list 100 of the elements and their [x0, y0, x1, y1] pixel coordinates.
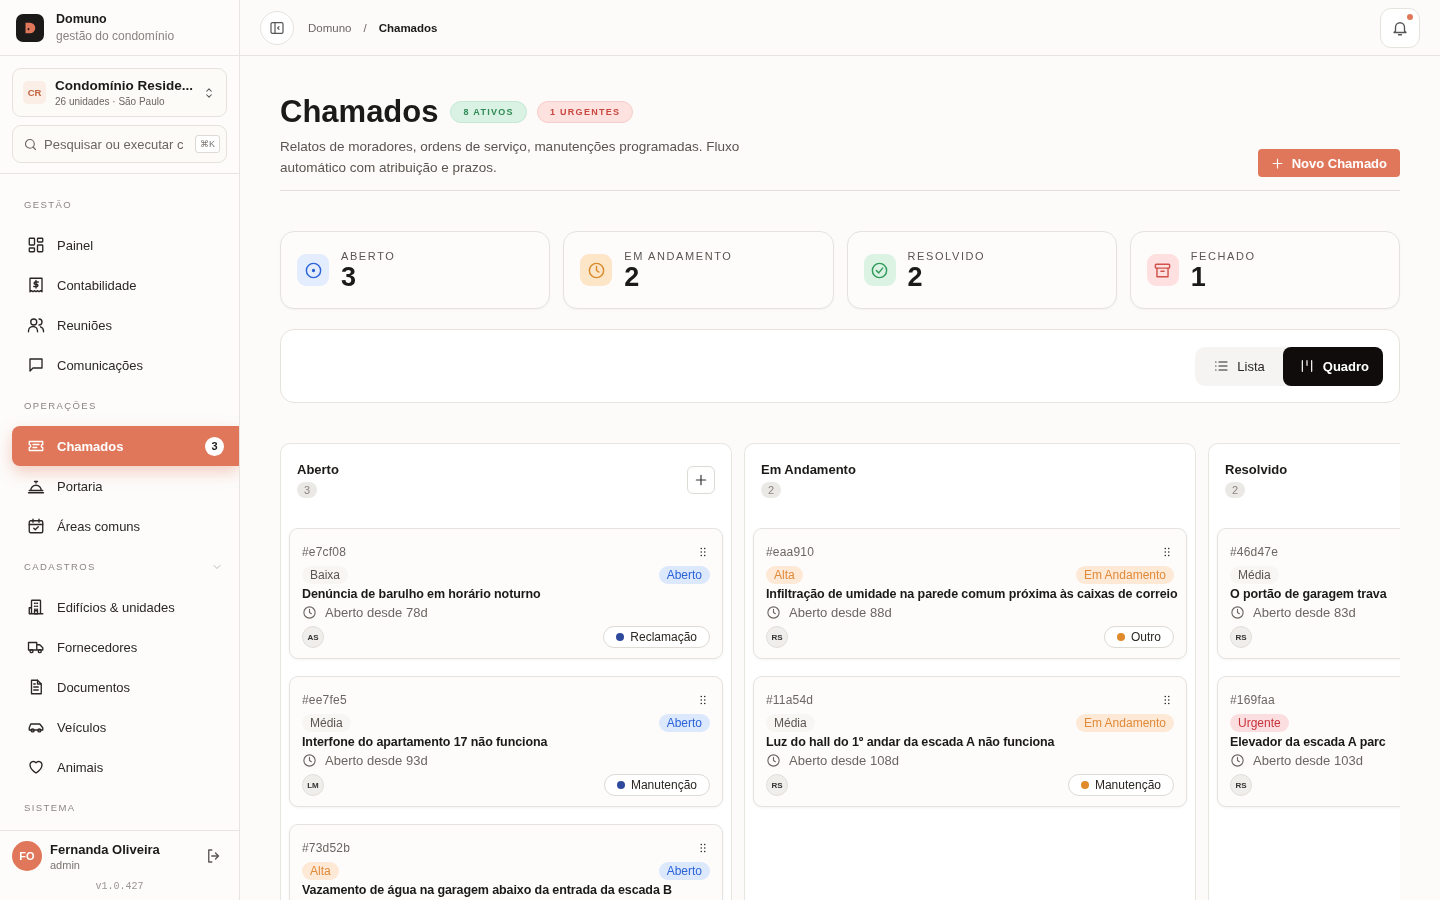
people-icon [27, 316, 45, 334]
stat-value: 2 [624, 263, 641, 291]
ticket-age: Aberto desde 108d [789, 753, 899, 768]
status-tag: Aberto [658, 862, 710, 880]
nav-item[interactable]: Painel [12, 225, 239, 265]
ticket-card[interactable]: #e7cf08 Baixa Aberto Denúncia de barulho em horário noturno Aberto desde 78d AS Reclamação [289, 528, 723, 659]
category-tag: Manutenção [1067, 774, 1174, 796]
ticket-age: Aberto desde 93d [325, 753, 428, 768]
page-description: Relatos de moradores, ordens de serviço, manutenções programadas. Fluxo automático com atribuição e prazos. [280, 138, 741, 177]
condominium-selector[interactable]: CR Condomínio Reside... 26 unidades · São Paulo [12, 68, 227, 117]
ticket-age: Aberto desde 83d [1253, 605, 1356, 620]
ticket-title: Interfone do apartamento 17 não funciona [302, 735, 549, 749]
ticket-id: #169faa [1230, 693, 1275, 707]
dollar-receipt-icon [27, 276, 45, 294]
column-title: Aberto [297, 462, 339, 477]
plus-icon [1269, 155, 1285, 171]
status-tag: Em Andamento [1075, 714, 1174, 732]
priority-tag: Baixa [302, 566, 349, 584]
user-name: Fernanda Oliveira [50, 841, 161, 857]
status-tag: Aberto [658, 566, 710, 584]
ticket-card[interactable]: #11a54d Média Em Andamento Luz do hall do 1º andar da escada A não funciona Aberto desde 108d RS Manutenção [753, 676, 1187, 807]
app-tagline: gestão do condomínio [56, 29, 175, 43]
speech-bubble-icon [27, 356, 45, 374]
page-title: Chamados [280, 94, 439, 130]
breadcrumb-current: Chamados [378, 21, 438, 34]
view-tab[interactable]: Lista [1195, 346, 1283, 386]
condo-details: 26 unidades · São Paulo [55, 96, 166, 107]
assignee-avatar: RS [1230, 774, 1252, 796]
ticket-id: #eaa910 [766, 545, 815, 559]
layout-grid-icon [27, 236, 45, 254]
sidebar-panel-icon [269, 19, 285, 36]
nav-item[interactable]: Animais [12, 747, 239, 787]
clock-icon [1230, 605, 1245, 620]
category-tag: Reclamação [603, 626, 710, 648]
condo-initials: CR [23, 81, 46, 104]
open-circle-icon [303, 260, 323, 280]
column-count: 3 [297, 482, 318, 498]
nav-item[interactable]: Reuniões [12, 305, 239, 345]
stat-label: FECHADO [1190, 249, 1256, 262]
search-input[interactable]: Pesquisar ou executar c [44, 136, 189, 152]
ticket-card[interactable]: #73d52b Alta Aberto Vazamento de água na garagem abaixo da entrada da escada B [289, 824, 723, 900]
nav-item[interactable]: Edifícios & unidades [12, 587, 239, 627]
nav-item[interactable]: Chamados 3 [12, 426, 239, 466]
check-circle-icon [870, 260, 889, 280]
stat-value: 3 [341, 263, 358, 291]
ticket-id: #46d47e [1230, 545, 1279, 559]
assignee-avatar: LM [302, 774, 324, 796]
column-title: Em Andamento [761, 462, 856, 477]
ticket-card[interactable]: #ee7fe5 Média Aberto Interfone do apartamento 17 não funciona Aberto desde 93d LM Manutenção [289, 676, 723, 807]
view-tab[interactable]: Quadro [1282, 346, 1383, 386]
section-heading: SISTEMA [24, 802, 76, 813]
priority-tag: Média [1230, 566, 1279, 584]
notifications-button[interactable] [1380, 7, 1420, 48]
list-icon [1213, 358, 1230, 374]
ticket-card[interactable]: #eaa910 Alta Em Andamento Infiltração de umidade na parede comum próxima às caixas de correio Aberto desde 88d RS Outro [753, 528, 1187, 659]
stat-label: EM ANDAMENTO [624, 249, 733, 262]
priority-tag: Média [302, 714, 351, 732]
ticket-id: #11a54d [766, 693, 814, 707]
ticket-card[interactable]: #46d47e Média O portão de garagem trava Aberto desde 83d RS [1217, 528, 1400, 659]
column-title: Resolvido [1225, 462, 1288, 477]
app-name: Domuno [56, 12, 108, 26]
nav-item[interactable]: Veículos [12, 707, 239, 747]
nav-item[interactable]: Comunicações [12, 345, 239, 385]
search-field[interactable]: Pesquisar ou executar c ⌘K [12, 125, 227, 163]
assignee-avatar: RS [766, 626, 788, 648]
priority-tag: Média [766, 714, 815, 732]
clock-icon [766, 753, 781, 768]
section-heading: OPERAÇÕES [24, 400, 97, 411]
category-tag: Outro [1104, 626, 1174, 648]
version-label: v1.0.427 [94, 881, 145, 892]
sidebar-toggle-button[interactable] [260, 10, 294, 45]
breadcrumb-link[interactable]: Domuno [308, 21, 352, 34]
assignee-avatar: AS [302, 626, 324, 648]
ticket-card[interactable]: #169faa Urgente Elevador da escada A parc Aberto desde 103d RS [1217, 676, 1400, 807]
nav-item[interactable]: Áreas comuns [12, 506, 239, 546]
ticket-age: Aberto desde 78d [325, 605, 428, 620]
column-count: 2 [1225, 482, 1246, 498]
ticket-id: #ee7fe5 [302, 693, 347, 707]
count-badge: 1 URGENTES [536, 101, 634, 123]
nav-item[interactable]: Fornecedores [12, 627, 239, 667]
ticket-title: O portão de garagem trava [1230, 587, 1388, 601]
nav-item[interactable]: Portaria [12, 466, 239, 506]
user-role: admin [50, 858, 81, 871]
ticket-age: Aberto desde 103d [1253, 753, 1363, 768]
add-ticket-button[interactable] [687, 466, 715, 494]
ticket-title: Vazamento de água na garagem abaixo da entrada da escada B [302, 883, 674, 897]
search-icon [23, 136, 38, 152]
stat-label: ABERTO [341, 249, 396, 262]
nav-item[interactable]: Contabilidade [12, 265, 239, 305]
user-avatar: FO [12, 841, 42, 871]
stat-value: 1 [1190, 263, 1207, 291]
category-tag: Manutenção [603, 774, 710, 796]
clock-icon [1230, 753, 1245, 768]
stat-label: RESOLVIDO [907, 249, 986, 262]
plus-icon [693, 472, 709, 488]
nav-item[interactable]: Documentos [12, 667, 239, 707]
priority-tag: Alta [766, 566, 803, 584]
section-heading: GESTÃO [24, 199, 72, 210]
heart-icon [27, 758, 45, 776]
breadcrumb-separator: / [363, 21, 367, 34]
